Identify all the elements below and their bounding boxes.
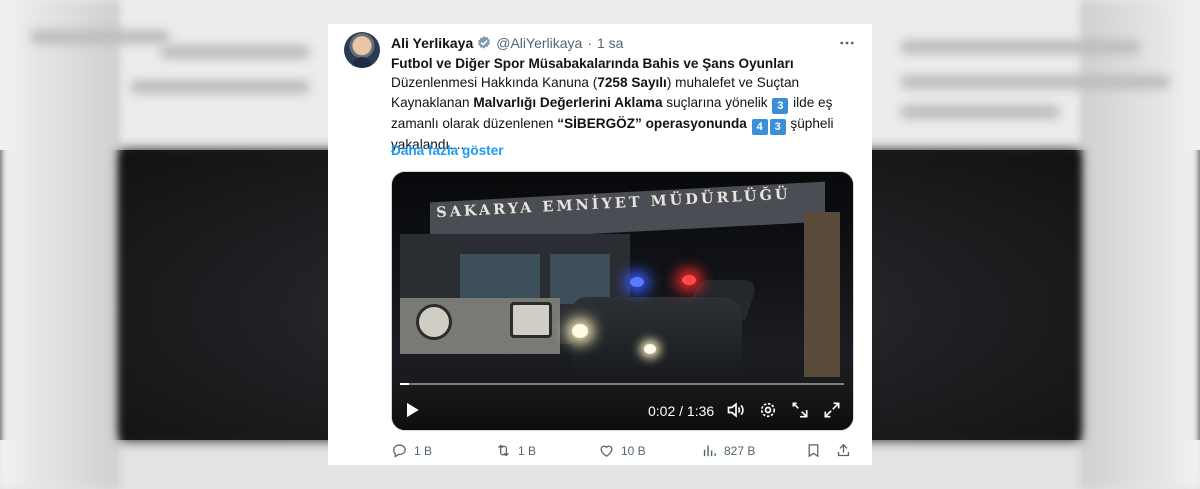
- headlight: [644, 344, 656, 354]
- tweet-card: Ali Yerlikaya @AliYerlikaya · 1 sa Futbo…: [328, 24, 872, 465]
- bookmark-button[interactable]: [805, 442, 828, 459]
- text-bold-segment: Malvarlığı Değerlerini Aklama: [473, 94, 663, 110]
- background-edge-right: [1080, 0, 1200, 489]
- bookmark-icon: [808, 444, 819, 458]
- like-button[interactable]: 10 B: [598, 442, 646, 459]
- tweet-time[interactable]: 1 sa: [597, 35, 623, 51]
- police-light-blue: [630, 277, 644, 287]
- avatar[interactable]: [344, 32, 380, 68]
- fullscreen-icon[interactable]: [822, 400, 842, 420]
- background-blur-line: [130, 80, 310, 94]
- retweet-count: 1 B: [518, 443, 537, 458]
- background-blur-line: [900, 105, 1060, 119]
- video-progress-fill: [400, 383, 409, 385]
- retweet-button[interactable]: 1 B: [495, 442, 536, 459]
- video-controls: 0:02 / 1:36: [392, 396, 853, 426]
- header-separator: ·: [587, 35, 592, 51]
- text-bold-segment: “SİBERGÖZ” operasyonunda: [557, 115, 747, 131]
- minimize-icon[interactable]: [790, 400, 810, 420]
- background-blur-line: [900, 40, 1140, 54]
- headlight: [572, 324, 588, 338]
- views-button[interactable]: 827 B: [701, 442, 755, 459]
- text-bold-segment: 7258 Sayılı: [597, 75, 667, 91]
- background-blur-line: [30, 30, 170, 44]
- number-badge: 3: [772, 97, 789, 114]
- emblem-sign-icon: [510, 302, 552, 338]
- armored-vehicle: [572, 297, 742, 382]
- police-light-red: [682, 275, 696, 285]
- background-blur-line: [160, 45, 310, 59]
- video-frame: SAKARYA EMNİYET MÜDÜRLÜĞÜ: [392, 172, 853, 430]
- show-more-link[interactable]: Daha fazla göster: [391, 143, 504, 158]
- video-progress-bar[interactable]: [400, 383, 844, 385]
- text-segment: Düzenlenmesi Hakkında Kanuna (: [391, 75, 598, 91]
- verified-badge-icon: [478, 36, 491, 49]
- tweet-text: Futbol ve Diğer Spor Müsabakalarında Bah…: [391, 54, 851, 154]
- more-icon[interactable]: [838, 34, 856, 52]
- author-handle[interactable]: @AliYerlikaya: [496, 35, 582, 51]
- gate-pillar: [804, 212, 840, 382]
- tweet-header: Ali Yerlikaya @AliYerlikaya · 1 sa: [391, 34, 623, 52]
- number-badge: 4: [751, 118, 768, 135]
- reply-button[interactable]: 1 B: [391, 442, 432, 459]
- building-window: [460, 254, 540, 304]
- background-edge-left: [0, 0, 120, 489]
- views-icon: [703, 445, 716, 457]
- volume-icon[interactable]: [726, 400, 746, 420]
- video-player[interactable]: SAKARYA EMNİYET MÜDÜRLÜĞÜ 0:02 / 1:36: [391, 171, 854, 431]
- like-count: 10 B: [621, 443, 646, 458]
- like-icon: [600, 445, 613, 457]
- tweet-actions: 1 B 1 B 10 B 827 B: [391, 442, 854, 462]
- reply-count: 1 B: [414, 443, 433, 458]
- video-timecode: 0:02 / 1:36: [648, 403, 715, 419]
- retweet-icon: [498, 444, 509, 457]
- share-icon: [837, 443, 850, 457]
- text-bold-segment: Futbol ve Diğer Spor Müsabakalarında Bah…: [391, 56, 794, 71]
- play-icon[interactable]: [402, 400, 422, 420]
- settings-icon[interactable]: [758, 400, 778, 420]
- reply-icon: [393, 444, 406, 458]
- entrance-barrier: [400, 298, 560, 354]
- share-button[interactable]: [835, 442, 858, 459]
- police-emblem-icon: [416, 304, 452, 340]
- text-segment: suçlarına yönelik: [662, 94, 772, 110]
- number-badge: 3: [769, 118, 786, 135]
- view-count: 827 B: [724, 443, 756, 458]
- background-blur-line: [900, 75, 1170, 89]
- author-name[interactable]: Ali Yerlikaya: [391, 35, 473, 51]
